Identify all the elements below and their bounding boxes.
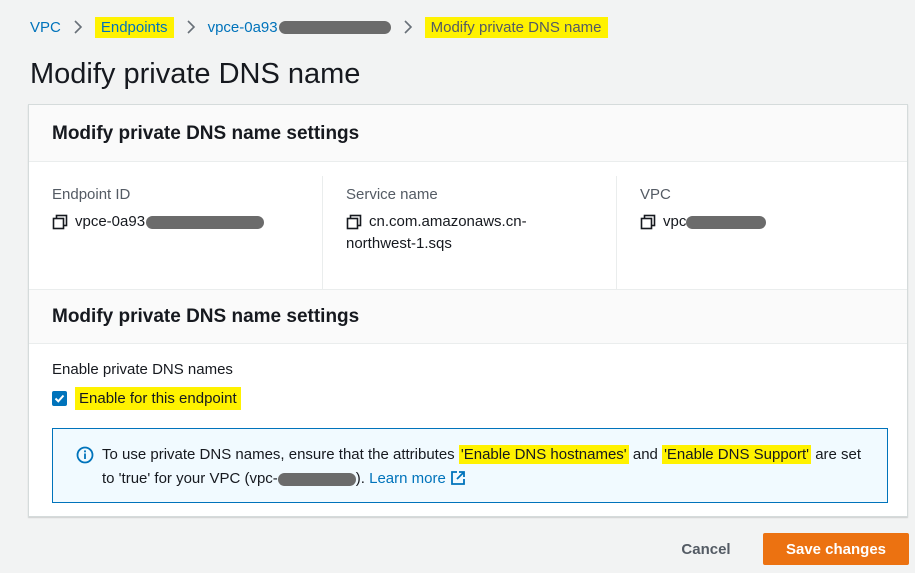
breadcrumb-vpc[interactable]: VPC — [30, 19, 61, 36]
breadcrumb: VPC Endpoints vpce-0a93 Modify private D… — [30, 15, 608, 39]
dns-support-attribute: 'Enable DNS Support' — [662, 445, 812, 464]
learn-more-text[interactable]: Learn more — [369, 470, 446, 487]
vpc-label: VPC — [640, 186, 671, 203]
service-name-text: cn.com.amazonaws.cn- northwest-1.sqs — [346, 211, 527, 255]
copy-icon[interactable] — [346, 214, 362, 230]
service-name-column: Service name cn.com.amazonaws.cn- northw… — [323, 176, 617, 289]
info-text-part2: and — [628, 446, 663, 463]
service-name-value: cn.com.amazonaws.cn- northwest-1.sqs — [346, 211, 616, 255]
enable-private-dns-checkbox[interactable] — [52, 391, 67, 406]
info-text-part1: To use private DNS names, ensure that th… — [102, 446, 459, 463]
endpoint-id-column: Endpoint ID vpce-0a93 — [29, 176, 323, 289]
private-dns-field-label: Enable private DNS names — [52, 361, 233, 378]
page-title: Modify private DNS name — [30, 58, 361, 90]
vpc-value: vpc — [640, 211, 907, 233]
enable-private-dns-option[interactable]: Enable for this endpoint — [52, 387, 907, 410]
vpc-text: vpc — [663, 213, 687, 230]
breadcrumb-endpoint-id[interactable]: vpce-0a93 — [208, 19, 391, 36]
redaction-mark — [278, 21, 391, 35]
endpoint-id-label: Endpoint ID — [52, 186, 131, 203]
redaction-mark — [686, 216, 767, 229]
service-name-line1: cn.com.amazonaws.cn- — [369, 213, 527, 230]
enable-private-dns-label[interactable]: Enable for this endpoint — [75, 387, 241, 410]
redaction-mark — [146, 216, 265, 229]
learn-more-link[interactable]: Learn more — [369, 470, 466, 487]
dns-hostnames-attribute: 'Enable DNS hostnames' — [458, 445, 629, 464]
service-name-line2: northwest-1.sqs — [346, 235, 452, 252]
endpoint-id-value: vpce-0a93 — [52, 211, 322, 233]
save-changes-button[interactable]: Save changes — [763, 533, 909, 565]
breadcrumb-endpoint-id-text[interactable]: vpce-0a93 — [208, 19, 278, 36]
details-columns: Endpoint ID vpce-0a93 Service name cn.co… — [29, 162, 907, 289]
endpoint-id-text: vpce-0a93 — [75, 213, 146, 230]
chevron-right-icon — [403, 20, 413, 34]
settings-body: Enable private DNS names Enable for this… — [29, 344, 907, 503]
settings-header: Modify private DNS name settings — [29, 289, 907, 344]
details-header: Modify private DNS name settings — [29, 105, 907, 162]
breadcrumb-current: Modify private DNS name — [424, 16, 608, 38]
copy-icon[interactable] — [640, 214, 656, 230]
info-text: To use private DNS names, ensure that th… — [76, 443, 866, 491]
vpc-column: VPC vpc — [617, 176, 907, 289]
checkmark-icon — [54, 394, 65, 403]
service-name-label: Service name — [346, 186, 438, 203]
breadcrumb-endpoints[interactable]: Endpoints — [94, 16, 174, 38]
info-alert: To use private DNS names, ensure that th… — [52, 428, 888, 503]
redaction-mark — [277, 472, 356, 486]
info-icon — [76, 446, 94, 464]
settings-panel: Modify private DNS name settings Endpoin… — [28, 104, 908, 517]
cancel-button[interactable]: Cancel — [666, 534, 746, 564]
chevron-right-icon — [73, 20, 83, 34]
chevron-right-icon — [186, 20, 196, 34]
external-link-icon[interactable] — [450, 470, 466, 486]
copy-icon[interactable] — [52, 214, 68, 230]
info-text-part4: ). — [355, 470, 370, 487]
